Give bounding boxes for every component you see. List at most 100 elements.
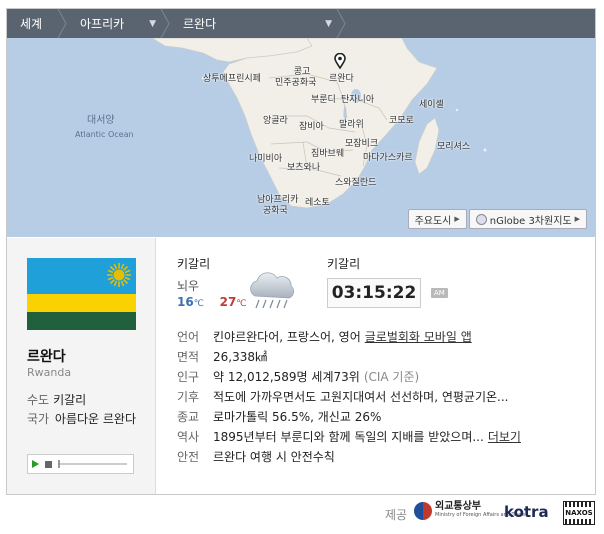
map-label[interactable]: 민주공화국: [275, 78, 316, 88]
info-value: 로마가톨릭 56.5%, 개신교 26%: [213, 409, 382, 424]
breadcrumb-country[interactable]: 르완다 ▼: [170, 9, 346, 38]
map-label[interactable]: 코모로: [389, 116, 414, 126]
more-link[interactable]: 더보기: [488, 428, 521, 445]
conversation-app-link[interactable]: 글로벌회화 모바일 앱: [365, 328, 472, 345]
weather-city: 키갈리: [177, 257, 211, 271]
breadcrumb-label: 르완다: [183, 17, 217, 31]
info-row-population: 인구 약 12,012,589명 세계73위 (CIA 기준): [177, 366, 587, 386]
country-widget: 세계 아프리카 ▼ 르완다 ▼ 대서양 Atlantic Ocean 상투메프린…: [6, 8, 596, 495]
chevron-down-icon: ▼: [149, 19, 156, 29]
info-row-safety: 안전 르완다 여행 시 안전수칙: [177, 446, 587, 466]
country-name-en: Rwanda: [27, 366, 72, 379]
anthem-player: [27, 454, 134, 474]
arrow-right-icon: ▶: [574, 215, 580, 223]
info-key: 언어: [177, 329, 200, 344]
map-label[interactable]: 레소토: [305, 198, 330, 208]
map-label[interactable]: 모잠비크: [345, 139, 378, 149]
naxos-logo[interactable]: NAXOS: [563, 501, 595, 525]
info-row-area: 면적 26,338㎢: [177, 346, 587, 366]
info-source-note: (CIA 기준): [363, 369, 420, 384]
anthem-label: 국가: [27, 412, 50, 426]
info-row-history: 역사 1895년부터 부룬디와 함께 독일의 지배를 받았으며... 더보기: [177, 426, 587, 446]
weather-condition: 뇌우: [177, 279, 200, 293]
map-label[interactable]: 부룬디: [311, 95, 336, 105]
weather-temps: 16℃ 27℃: [177, 295, 246, 309]
capital-label: 수도: [27, 393, 50, 407]
map-label[interactable]: 세이셸: [419, 100, 444, 110]
naxos-text: NAXOS: [565, 509, 593, 517]
ampm-badge: AM: [431, 288, 448, 298]
breadcrumb-separator-icon: [57, 9, 67, 38]
naxos-bars: [565, 502, 593, 507]
time-city: 키갈리: [327, 257, 361, 271]
seek-handle[interactable]: [58, 460, 60, 468]
region-map[interactable]: 대서양 Atlantic Ocean 상투메프린시페 콩고 민주공화국 르완다 …: [7, 38, 595, 237]
thunderstorm-cloud-icon: [250, 272, 294, 309]
ocean-label-en: Atlantic Ocean: [75, 130, 134, 139]
info-row-language: 언어 킨야르완다어, 프랑스어, 영어 글로벌회화 모바일 앱: [177, 326, 587, 346]
breadcrumb-world[interactable]: 세계: [7, 9, 67, 38]
anthem-title: 아름다운 르완다: [54, 412, 137, 426]
country-summary: 르완다 Rwanda 수도 키갈리 국가 아름다운 르완다: [7, 238, 156, 494]
capital-value: 키갈리: [53, 393, 87, 407]
breadcrumb-label: 아프리카: [80, 17, 125, 31]
seek-bar[interactable]: [58, 460, 127, 468]
info-row-religion: 종교 로마가톨릭 56.5%, 개신교 26%: [177, 406, 587, 426]
map-label[interactable]: 상투메프린시페: [203, 74, 261, 84]
arrow-right-icon: ▶: [454, 215, 460, 223]
breadcrumb-separator-icon: [336, 9, 346, 38]
anthem-row: 국가 아름다운 르완다: [27, 411, 139, 428]
stop-icon[interactable]: [45, 460, 52, 468]
info-row-climate: 기후 적도에 가까우면서도 고원지대여서 선선하며, 연평균기온...: [177, 386, 587, 406]
map-label[interactable]: 나미비아: [249, 154, 282, 164]
map-label[interactable]: 보츠와나: [287, 163, 320, 173]
breadcrumb: 세계 아프리카 ▼ 르완다 ▼: [7, 9, 595, 38]
map-label[interactable]: 콩고: [289, 67, 315, 77]
info-key: 기후: [177, 389, 200, 404]
ocean-label-ko: 대서양: [87, 115, 115, 126]
play-icon[interactable]: [32, 460, 39, 468]
provider-footer: 제공 외교통상부 Ministry of Foreign Affairs and…: [0, 500, 604, 528]
map-label[interactable]: 짐바브웨: [311, 149, 344, 159]
major-cities-label: 주요도시: [414, 215, 452, 227]
map-label[interactable]: 탄자니아: [341, 95, 374, 105]
country-name: 르완다: [27, 349, 66, 365]
mofa-emblem-icon: [414, 502, 432, 520]
info-value: 1895년부터 부룬디와 함께 독일의 지배를 받았으며...: [213, 429, 484, 444]
capital-row: 수도 키갈리: [27, 391, 86, 408]
safety-tips-link[interactable]: 르완다 여행 시 안전수칙: [213, 448, 335, 465]
temp-low: 16℃: [177, 295, 204, 309]
map-label[interactable]: 말라위: [339, 120, 364, 130]
chevron-down-icon: ▼: [325, 19, 332, 29]
map-label[interactable]: 스와질란드: [335, 178, 376, 188]
info-value: 26,338㎢: [213, 349, 267, 364]
globe-icon: [475, 213, 487, 225]
rwanda-flag: [27, 258, 136, 330]
map-pin-icon: [334, 53, 346, 69]
info-value: 약 12,012,589명 세계73위: [213, 369, 360, 384]
map-label[interactable]: 모리셔스: [437, 142, 470, 152]
breadcrumb-label: 세계: [20, 17, 43, 31]
nglobe-button[interactable]: nGlobe 3차원지도 ▶: [468, 209, 587, 229]
info-key: 면적: [177, 349, 200, 364]
map-label[interactable]: 마다가스카르: [363, 153, 413, 163]
map-label[interactable]: 남아프리카: [257, 195, 298, 205]
info-value: 킨야르완다어, 프랑스어, 영어: [213, 329, 361, 344]
map-label-selected[interactable]: 르완다: [329, 74, 354, 84]
map-label[interactable]: 잠비아: [299, 122, 324, 132]
major-cities-button[interactable]: 주요도시 ▶: [407, 209, 467, 229]
country-details: 키갈리 뇌우 16℃ 27℃ 키갈리 03:15:22 AM 언어 킨야르완다어…: [157, 238, 595, 494]
kotra-logo[interactable]: kotra: [504, 503, 549, 521]
info-key: 안전: [177, 449, 200, 464]
info-key: 인구: [177, 369, 200, 384]
info-key: 역사: [177, 429, 200, 444]
map-label[interactable]: 공화국: [263, 206, 288, 216]
breadcrumb-separator-icon: [160, 9, 170, 38]
info-key: 종교: [177, 409, 200, 424]
info-table: 언어 킨야르완다어, 프랑스어, 영어 글로벌회화 모바일 앱 면적 26,33…: [177, 326, 587, 466]
breadcrumb-continent[interactable]: 아프리카 ▼: [67, 9, 170, 38]
map-label[interactable]: 앙골라: [263, 116, 288, 126]
naxos-bars: [565, 519, 593, 524]
local-clock: 03:15:22: [327, 278, 421, 308]
info-value: 적도에 가까우면서도 고원지대여서 선선하며, 연평균기온...: [213, 389, 509, 404]
